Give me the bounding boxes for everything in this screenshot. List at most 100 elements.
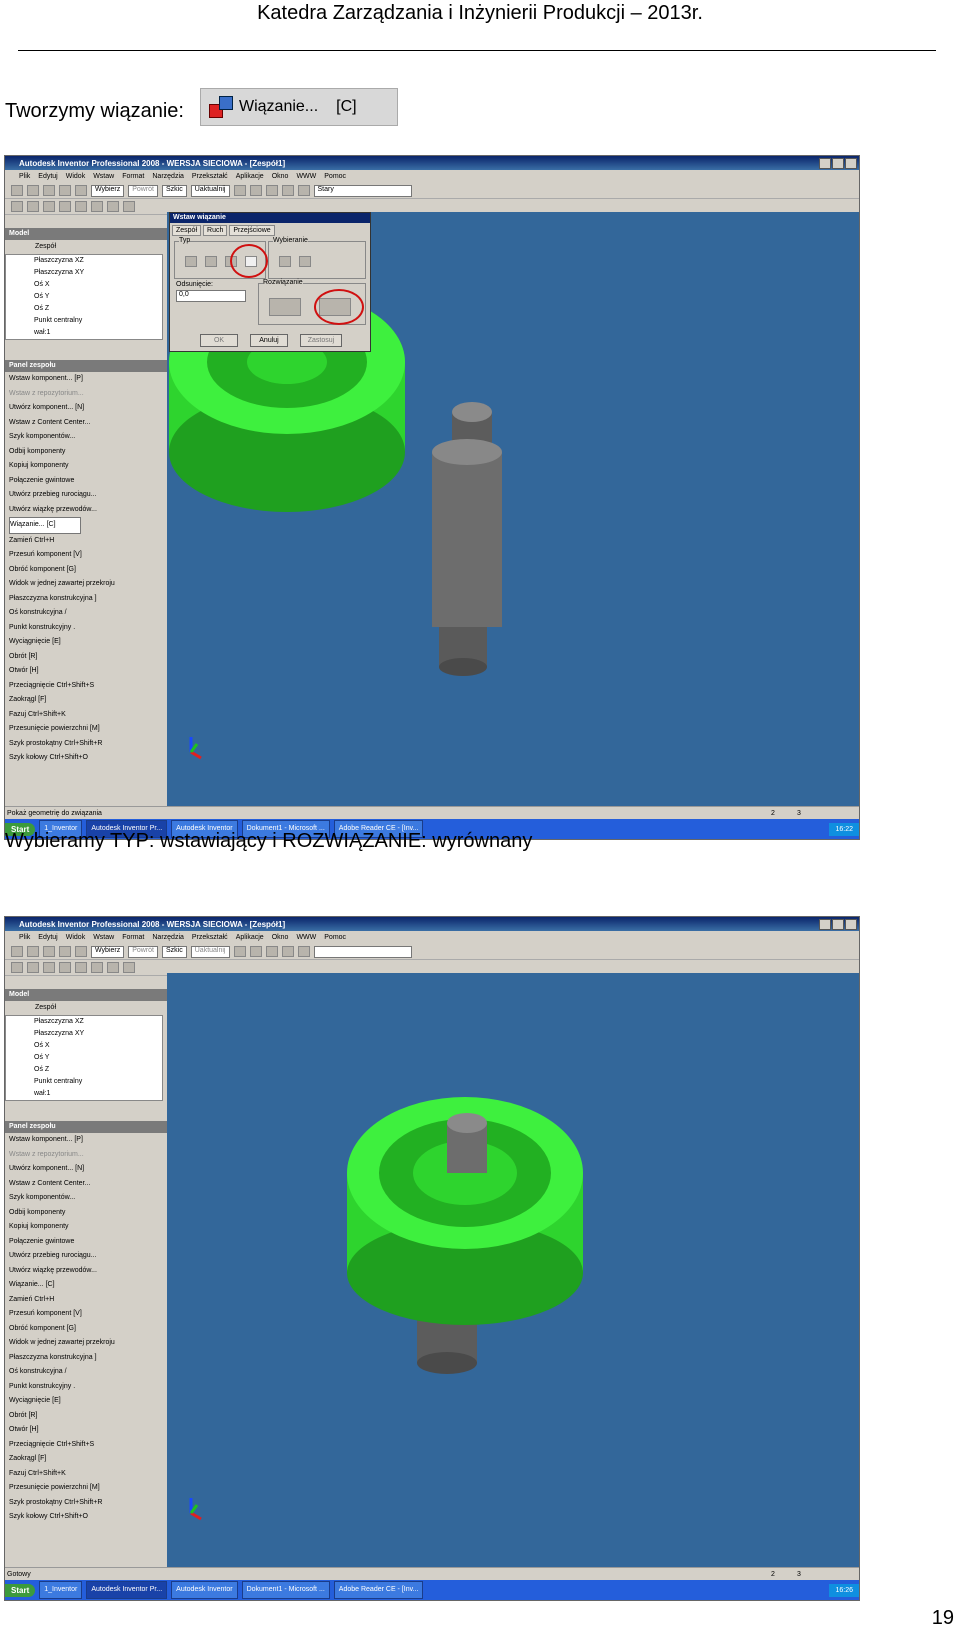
command-item[interactable]: Szyk prostokątny Ctrl+Shift+R xyxy=(9,1496,167,1511)
tab-assembly[interactable]: Zespół xyxy=(172,225,202,236)
command-item[interactable]: Szyk kołowy Ctrl+Shift+O xyxy=(9,751,167,766)
command-item[interactable]: Wstaw z Content Center... xyxy=(9,1177,167,1192)
command-item[interactable]: Zaokrągl [F] xyxy=(9,693,167,708)
tree-item[interactable]: Oś Y xyxy=(34,1052,162,1064)
arc-icon[interactable] xyxy=(43,201,55,212)
tree-item[interactable]: Punkt centralny xyxy=(34,1076,162,1088)
cancel-button[interactable]: Anuluj xyxy=(250,334,288,347)
zoom-icon[interactable] xyxy=(233,946,246,957)
new-icon[interactable] xyxy=(11,946,23,957)
dimension-icon[interactable] xyxy=(75,201,87,212)
command-item[interactable]: Obróć komponent [G] xyxy=(9,563,167,578)
command-item[interactable]: Odbij komponenty xyxy=(9,445,167,460)
command-item[interactable]: Zamień Ctrl+H xyxy=(9,534,167,549)
command-item[interactable]: Punkt konstrukcyjny . xyxy=(9,621,167,636)
menu-wstaw[interactable]: Wstaw xyxy=(93,934,114,941)
command-item[interactable]: Fazuj Ctrl+Shift+K xyxy=(9,1467,167,1482)
opposed-solution-icon[interactable] xyxy=(269,298,301,316)
sketch-button[interactable]: Szkic xyxy=(162,184,187,197)
command-item[interactable]: Utwórz komponent... [N] xyxy=(9,401,167,416)
rotate-icon[interactable] xyxy=(265,185,278,196)
menu-wstaw[interactable]: Wstaw xyxy=(93,173,114,180)
arc-icon[interactable] xyxy=(43,962,55,973)
move-icon[interactable] xyxy=(91,962,103,973)
command-item[interactable]: Przesuń komponent [V] xyxy=(9,548,167,563)
display-mode-icon[interactable] xyxy=(297,185,310,196)
task-inventor-active[interactable]: Autodesk Inventor Pr... xyxy=(86,1581,168,1599)
menu-narzedzia[interactable]: Narzędzia xyxy=(152,934,184,941)
menu-pomoc[interactable]: Pomoc xyxy=(324,173,346,180)
ok-button[interactable]: OK xyxy=(200,334,238,347)
command-item[interactable]: Utwórz przebieg rurociągu... xyxy=(9,488,167,503)
command-item[interactable]: Kopiuj komponenty xyxy=(9,1220,167,1235)
redo-icon[interactable] xyxy=(75,946,87,957)
menu-okno[interactable]: Okno xyxy=(272,934,289,941)
assembly-dropdown[interactable]: Zespół xyxy=(5,240,167,254)
offset-input[interactable]: 0,0 xyxy=(176,290,246,302)
command-item[interactable]: Zaokrągl [F] xyxy=(9,1452,167,1467)
select-tool[interactable]: Wybierz xyxy=(91,945,125,958)
close-icon[interactable] xyxy=(845,158,857,169)
undo-icon[interactable] xyxy=(59,946,71,957)
command-item[interactable]: Obrót [R] xyxy=(9,1409,167,1424)
update-button[interactable]: Uaktualnij xyxy=(190,184,230,197)
menu-okno[interactable]: Okno xyxy=(272,173,289,180)
minimize-icon[interactable] xyxy=(819,158,831,169)
command-item[interactable]: Przesunięcie powierzchni [M] xyxy=(9,722,167,737)
tree-item[interactable]: Płaszczyzna XZ xyxy=(34,1016,162,1028)
line-icon[interactable] xyxy=(11,201,23,212)
sketch-button[interactable]: Szkic xyxy=(162,945,187,958)
line-icon[interactable] xyxy=(11,962,23,973)
assembly-dropdown[interactable]: Zespół xyxy=(5,1001,167,1015)
pan-icon[interactable] xyxy=(249,185,262,196)
apply-button[interactable]: Zastosuj xyxy=(300,334,342,347)
angle-type-icon[interactable] xyxy=(205,256,217,267)
command-item[interactable]: Przeciągnięcie Ctrl+Shift+S xyxy=(9,1438,167,1453)
menu-aplikacje[interactable]: Aplikacje xyxy=(236,173,264,180)
new-icon[interactable] xyxy=(11,185,23,196)
command-item[interactable]: Wstaw komponent... [P] xyxy=(9,1133,167,1148)
menu-aplikacje[interactable]: Aplikacje xyxy=(236,934,264,941)
look-at-icon[interactable] xyxy=(281,185,294,196)
look-at-icon[interactable] xyxy=(281,946,294,957)
close-icon[interactable] xyxy=(845,919,857,930)
command-item[interactable]: Wyciągnięcie [E] xyxy=(9,635,167,650)
model-panel-title[interactable]: Model xyxy=(5,228,167,240)
select-second-icon[interactable] xyxy=(299,256,311,267)
tab-transitional[interactable]: Przejściowe xyxy=(229,225,275,236)
assembly-panel-title[interactable]: Panel zespołu xyxy=(5,360,167,372)
rotate-icon[interactable] xyxy=(265,946,278,957)
menu-widok[interactable]: Widok xyxy=(66,173,85,180)
tree-item[interactable]: Oś Z xyxy=(34,303,162,315)
pan-icon[interactable] xyxy=(249,946,262,957)
assembly-panel-title[interactable]: Panel zespołu xyxy=(5,1121,167,1133)
command-item[interactable]: Połączenie gwintowe xyxy=(9,474,167,489)
open-icon[interactable] xyxy=(27,185,39,196)
command-item[interactable]: Wstaw z repozytorium... xyxy=(9,1148,167,1163)
copy-icon[interactable] xyxy=(107,962,119,973)
tree-item[interactable]: Punkt centralny xyxy=(34,315,162,327)
circle-icon[interactable] xyxy=(27,201,39,212)
minimize-icon[interactable] xyxy=(819,919,831,930)
return-button[interactable]: Powrót xyxy=(128,945,159,958)
command-item[interactable]: Kopiuj komponenty xyxy=(9,459,167,474)
menu-plik[interactable]: Plik xyxy=(19,173,30,180)
menu-edytuj[interactable]: Edytuj xyxy=(38,173,57,180)
command-item[interactable]: Oś konstrukcyjna / xyxy=(9,606,167,621)
model-panel-title[interactable]: Model xyxy=(5,989,167,1001)
command-item[interactable]: Wstaw komponent... [P] xyxy=(9,372,167,387)
command-item[interactable]: Widok w jednej zawartej przekroju xyxy=(9,1336,167,1351)
menu-pomoc[interactable]: Pomoc xyxy=(324,934,346,941)
command-item[interactable]: Szyk komponentów... xyxy=(9,1191,167,1206)
circle-icon[interactable] xyxy=(27,962,39,973)
menu-przeksztalc[interactable]: Przekształć xyxy=(192,934,228,941)
tree-item[interactable]: Oś X xyxy=(34,279,162,291)
graphics-viewport[interactable] xyxy=(167,973,859,1567)
menu-widok[interactable]: Widok xyxy=(66,934,85,941)
tree-item[interactable]: Oś Y xyxy=(34,291,162,303)
command-item[interactable]: Fazuj Ctrl+Shift+K xyxy=(9,708,167,723)
save-icon[interactable] xyxy=(43,946,55,957)
command-item[interactable]: Wstaw z repozytorium... xyxy=(9,387,167,402)
maximize-icon[interactable] xyxy=(832,919,844,930)
maximize-icon[interactable] xyxy=(832,158,844,169)
